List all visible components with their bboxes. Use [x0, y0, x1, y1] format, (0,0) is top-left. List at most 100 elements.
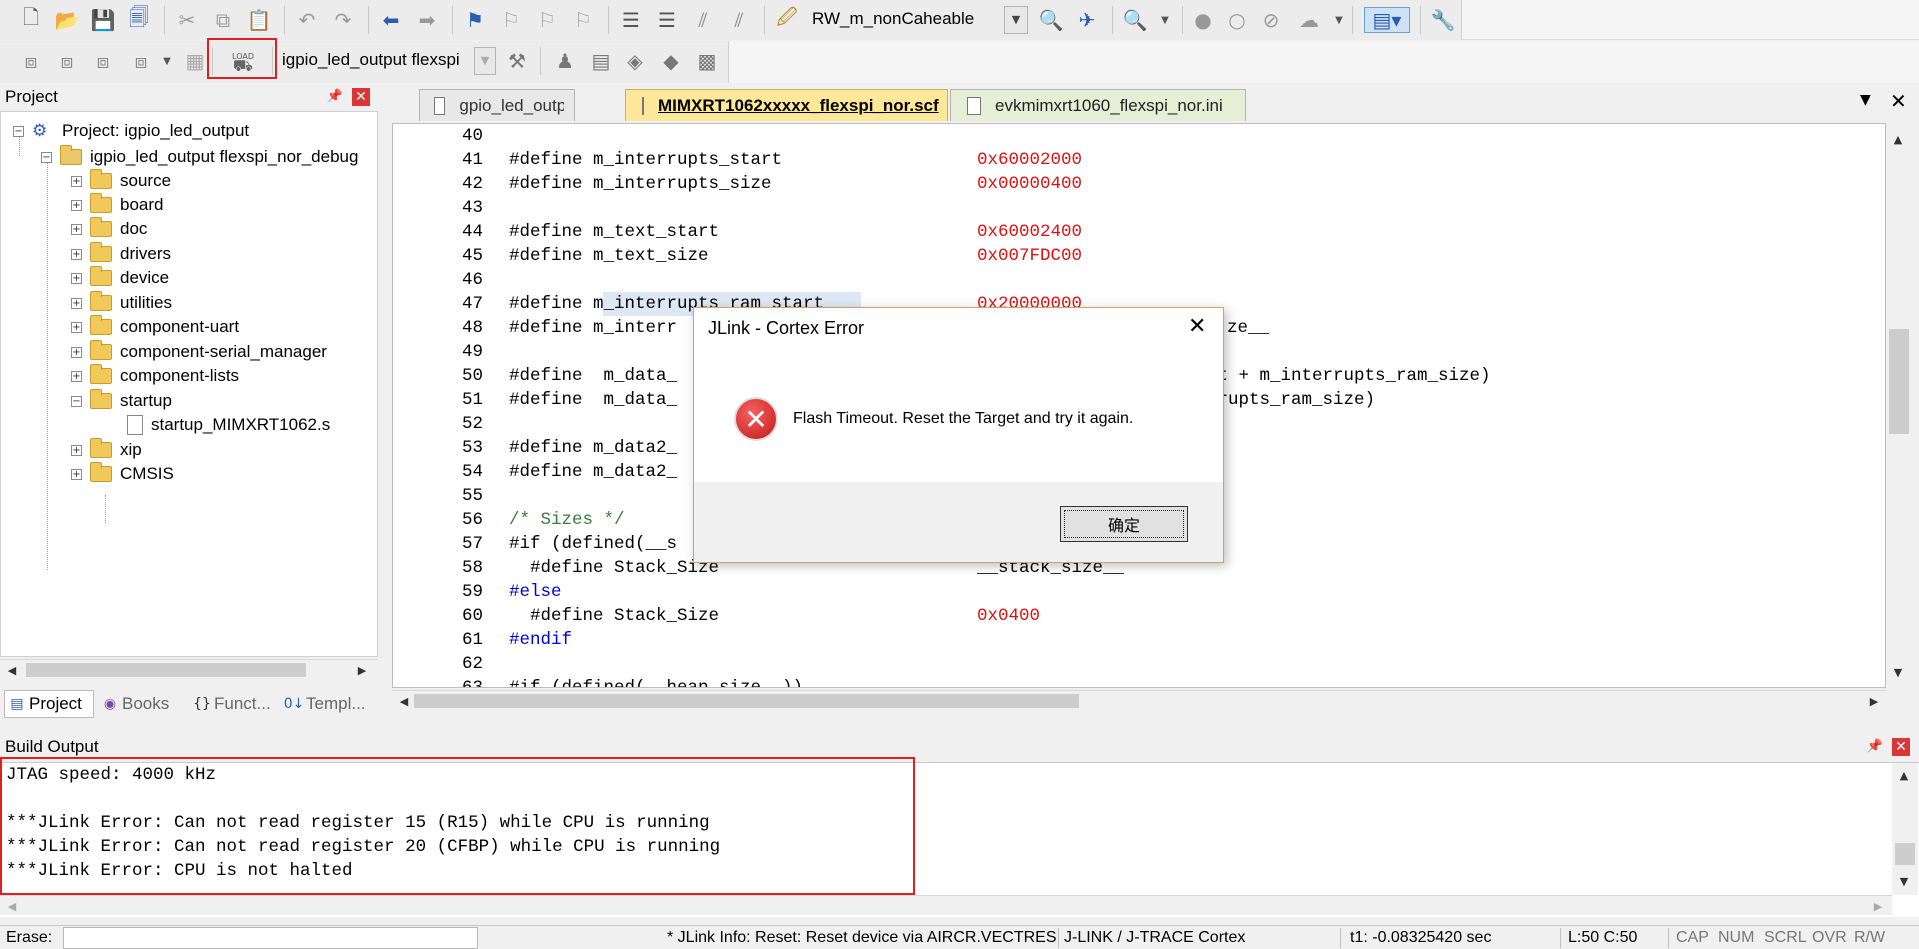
- scroll-right-icon[interactable]: ▶: [354, 662, 370, 678]
- scroll-down-icon[interactable]: ▼: [1896, 873, 1912, 889]
- scroll-thumb[interactable]: [1889, 329, 1909, 434]
- find-icon[interactable]: 🔍: [1038, 7, 1064, 33]
- rebuild-icon[interactable]: ⧈: [90, 48, 116, 74]
- next-bookmark-icon[interactable]: ⚐: [534, 7, 560, 33]
- expand-icon[interactable]: +: [71, 248, 82, 260]
- scroll-thumb[interactable]: [26, 663, 306, 677]
- scroll-right-icon[interactable]: ▶: [1866, 693, 1882, 709]
- tree-item-group[interactable]: + board: [71, 192, 163, 218]
- tree-horizontal-scrollbar[interactable]: ◀ ▶: [0, 659, 378, 679]
- tree-item-group[interactable]: + xip: [71, 437, 142, 463]
- open-folder-icon[interactable]: 📂: [54, 7, 80, 33]
- nav-back-icon[interactable]: ⬅: [378, 7, 404, 33]
- redo-icon[interactable]: ↷: [330, 7, 356, 33]
- expand-icon[interactable]: +: [71, 175, 82, 187]
- undo-icon[interactable]: ↶: [294, 7, 320, 33]
- batch-build-icon[interactable]: ⧈: [128, 48, 154, 74]
- comment-icon[interactable]: ⫽: [690, 7, 716, 33]
- chevron-down-icon[interactable]: ▼: [1326, 7, 1352, 33]
- editor-vertical-scrollbar[interactable]: ▲ ▼: [1886, 123, 1912, 688]
- tree-item-group[interactable]: + utilities: [71, 290, 172, 316]
- tree-item-group[interactable]: + drivers: [71, 241, 171, 267]
- close-icon[interactable]: ✕: [352, 88, 370, 106]
- pack-installer-icon[interactable]: ◆: [658, 48, 684, 74]
- tree-item-group[interactable]: + source: [71, 168, 171, 194]
- pin-icon[interactable]: 📌: [326, 88, 344, 106]
- debug-session-icon[interactable]: 🔍: [1122, 7, 1148, 33]
- tab-templates[interactable]: 0↓ Templ...: [284, 690, 366, 718]
- tab-functions[interactable]: {} Funct...: [193, 690, 271, 718]
- expand-icon[interactable]: +: [71, 468, 82, 480]
- find-in-files-icon[interactable]: 🖉: [774, 5, 800, 33]
- tab-scatter-file[interactable]: MIMXRT1062xxxxx_flexspi_nor.scf: [625, 89, 948, 121]
- scroll-left-icon[interactable]: ◀: [4, 662, 20, 678]
- uncomment-icon[interactable]: ⫽: [726, 7, 752, 33]
- tree-item-group[interactable]: + component-uart: [71, 314, 239, 340]
- target-select[interactable]: igpio_led_output flexspi: [278, 47, 496, 75]
- save-all-icon[interactable]: 🗐: [126, 5, 152, 33]
- scroll-thumb[interactable]: [1895, 843, 1915, 865]
- scroll-right-icon[interactable]: ▶: [1870, 898, 1886, 914]
- tree-item-group[interactable]: + CMSIS: [71, 461, 174, 487]
- output-horizontal-scrollbar[interactable]: ◀ ▶: [0, 895, 1892, 915]
- save-icon[interactable]: 💾: [90, 7, 116, 33]
- tree-item-group[interactable]: + doc: [71, 216, 147, 242]
- new-file-icon[interactable]: 🗋: [18, 5, 44, 33]
- build-output-panel[interactable]: JTAG speed: 4000 kHz ***JLink Error: Can…: [0, 757, 1919, 917]
- select-packs-icon[interactable]: ▤: [588, 48, 614, 74]
- build-icon[interactable]: ⧈: [54, 48, 80, 74]
- insert-breakpoint-icon[interactable]: ☁: [1296, 7, 1322, 33]
- close-icon[interactable]: ✕: [1892, 738, 1910, 756]
- scroll-thumb[interactable]: [414, 694, 1079, 708]
- manage-components-icon[interactable]: ◈: [622, 48, 648, 74]
- expand-icon[interactable]: +: [71, 223, 82, 235]
- bookmark-icon[interactable]: ⚑: [462, 7, 488, 33]
- expand-icon[interactable]: +: [71, 199, 82, 211]
- chevron-down-icon[interactable]: ▼: [154, 48, 180, 74]
- target-combo-dropdown[interactable]: ▼: [1004, 6, 1028, 34]
- editor-horizontal-scrollbar[interactable]: ◀ ▶: [392, 690, 1886, 710]
- collapse-icon[interactable]: −: [71, 395, 82, 407]
- tree-item-project-root[interactable]: − ⚙ Project: igpio_led_output: [13, 118, 249, 144]
- expand-icon[interactable]: +: [71, 272, 82, 284]
- rte-icon[interactable]: ▩: [694, 48, 720, 74]
- tab-books[interactable]: ◉ Books: [102, 690, 169, 718]
- expand-icon[interactable]: +: [71, 444, 82, 456]
- target-select-dropdown[interactable]: ▼: [474, 47, 496, 75]
- tab-ini-file[interactable]: evkmimxrt1060_flexspi_nor.ini: [950, 89, 1246, 121]
- scroll-left-icon[interactable]: ◀: [396, 693, 412, 709]
- collapse-icon[interactable]: −: [13, 125, 24, 137]
- pin-icon[interactable]: 📌: [1866, 738, 1884, 756]
- expand-icon[interactable]: +: [71, 346, 82, 358]
- tree-item-group[interactable]: + device: [71, 265, 169, 291]
- copy-icon[interactable]: ⧉: [210, 7, 236, 33]
- scroll-up-icon[interactable]: ▲: [1890, 131, 1906, 147]
- cut-icon[interactable]: ✂: [174, 7, 200, 33]
- close-editor-icon[interactable]: ✕: [1890, 89, 1907, 113]
- tree-item-target[interactable]: − igpio_led_output flexspi_nor_debug: [41, 144, 358, 170]
- configure-icon[interactable]: 🔧: [1430, 7, 1456, 33]
- translate-icon[interactable]: ⧈: [18, 48, 44, 74]
- tree-item-file[interactable]: startup_MIMXRT1062.s: [127, 412, 330, 438]
- close-icon[interactable]: ✕: [1188, 314, 1206, 339]
- indent-icon[interactable]: ☰: [618, 7, 644, 33]
- paste-icon[interactable]: 📋: [246, 7, 272, 33]
- tab-list-dropdown-icon[interactable]: ▼: [1860, 92, 1871, 108]
- scroll-left-icon[interactable]: ◀: [4, 898, 20, 914]
- target-options-icon[interactable]: ⚒: [504, 48, 530, 74]
- breakpoint-icon[interactable]: ●: [1190, 7, 1216, 33]
- expand-icon[interactable]: +: [71, 297, 82, 309]
- ok-button[interactable]: 确定: [1060, 506, 1188, 542]
- scroll-down-icon[interactable]: ▼: [1890, 664, 1906, 680]
- window-layout-icon[interactable]: ▤▾: [1364, 7, 1410, 33]
- expand-icon[interactable]: +: [71, 370, 82, 382]
- collapse-icon[interactable]: −: [41, 151, 52, 163]
- manage-project-icon[interactable]: ♟: [552, 48, 578, 74]
- tab-gpio-led-output[interactable]: gpio_led_output.c: [419, 89, 575, 121]
- scroll-up-icon[interactable]: ▲: [1896, 767, 1912, 783]
- incremental-find-icon[interactable]: ✈: [1074, 7, 1100, 33]
- target-combo[interactable]: RW_m_nonCaheable: [808, 6, 1028, 34]
- disable-breakpoint-icon[interactable]: ○: [1224, 7, 1250, 33]
- unindent-icon[interactable]: ☰: [654, 7, 680, 33]
- nav-forward-icon[interactable]: ➡: [414, 7, 440, 33]
